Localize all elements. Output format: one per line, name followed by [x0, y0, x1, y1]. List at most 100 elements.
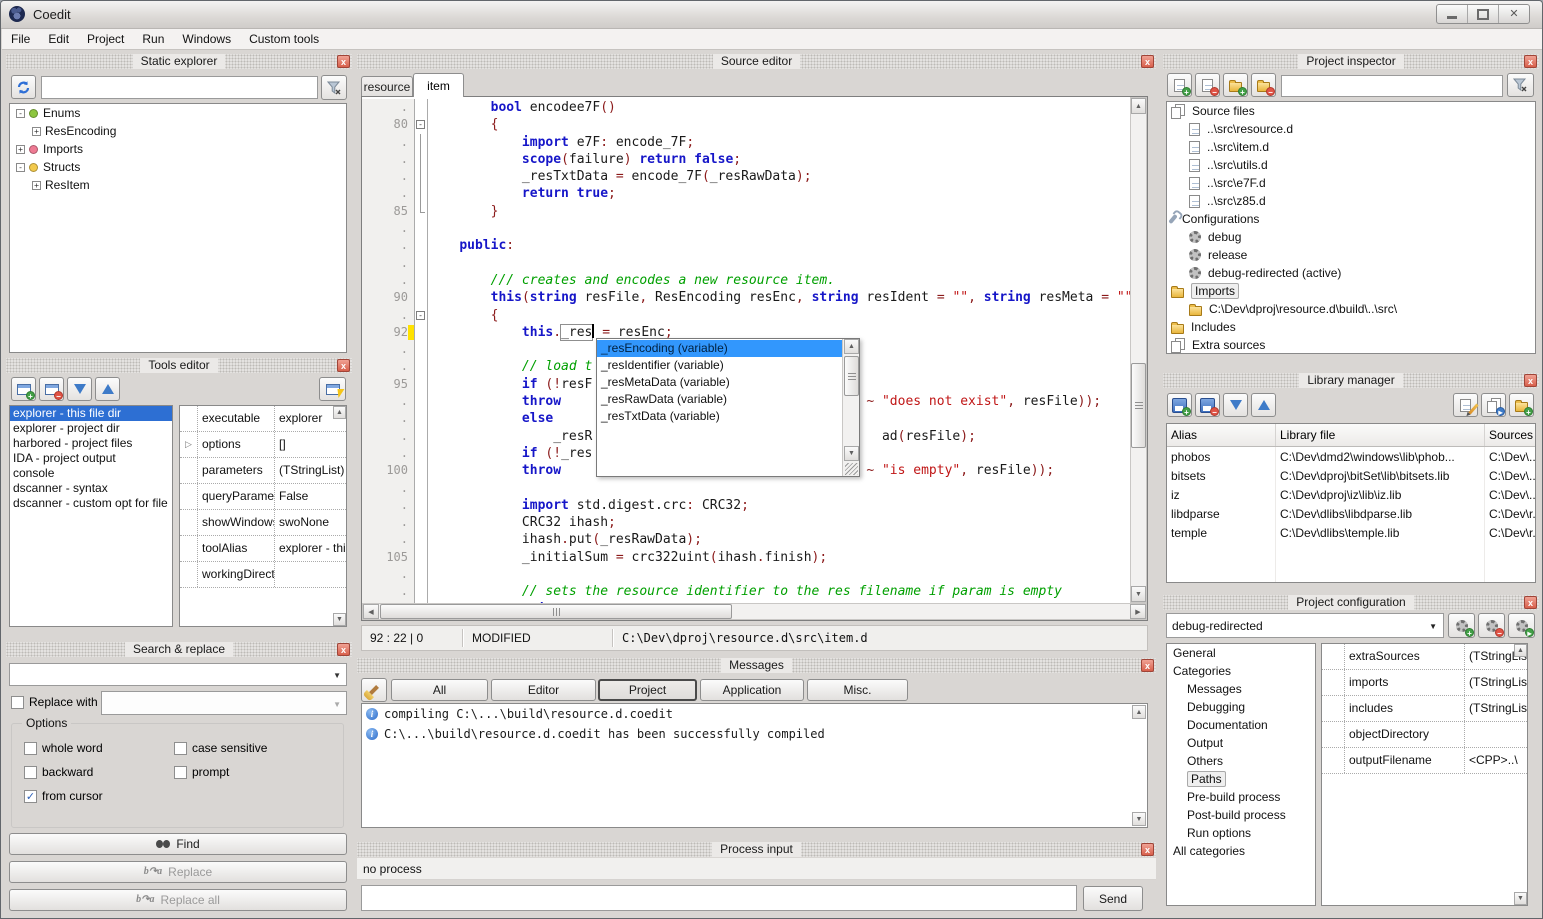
tool-list-item[interactable]: harbored - project files	[10, 436, 172, 451]
option-case-sensitive[interactable]: case sensitive	[174, 736, 324, 760]
fold-collapse-icon[interactable]: -	[416, 120, 425, 129]
column-header[interactable]: Sources ...	[1485, 424, 1537, 447]
prompt-checkbox[interactable]	[174, 766, 187, 779]
backward-checkbox[interactable]	[24, 766, 37, 779]
completion-item[interactable]: _resMetaData (variable)	[597, 374, 842, 391]
add-configuration-button[interactable]: +	[1448, 613, 1475, 638]
tool-remove-button[interactable]: −	[39, 377, 64, 401]
table-row[interactable]: phobosC:\Dev\dmd2\windows\lib\phob...C:\…	[1167, 447, 1536, 467]
close-source-editor-icon[interactable]: x	[1141, 55, 1154, 68]
code-line[interactable]: . public:	[362, 237, 1130, 254]
process-input-field[interactable]	[361, 885, 1077, 911]
scroll-right-icon[interactable]: ▶	[1130, 604, 1146, 619]
send-button[interactable]: Send	[1083, 886, 1143, 911]
tree-item-enums[interactable]: -Enums	[10, 104, 346, 122]
inspector-item[interactable]: Configurations	[1167, 210, 1535, 228]
close-messages-icon[interactable]: x	[1141, 659, 1154, 672]
tool-add-button[interactable]: +	[11, 377, 36, 401]
close-static-explorer-icon[interactable]: x	[337, 55, 350, 68]
remove-folder-button[interactable]: −	[1251, 73, 1276, 97]
property-row[interactable]: workingDirectory	[180, 562, 346, 588]
configuration-selector[interactable]: debug-redirected ▼	[1166, 613, 1444, 638]
property-row[interactable]: extraSources(TStringList)	[1322, 644, 1527, 670]
property-row[interactable]: parameters(TStringList)	[180, 458, 346, 484]
tool-list-item[interactable]: dscanner - syntax	[10, 481, 172, 496]
category-all-categories[interactable]: All categories	[1167, 842, 1315, 860]
category-post-build-process[interactable]: Post-build process	[1167, 806, 1315, 824]
code-line[interactable]: . ihash.put(_resRawData);	[362, 531, 1130, 548]
whole-word-checkbox[interactable]	[24, 742, 37, 755]
remove-file-button[interactable]: −	[1195, 73, 1220, 97]
refresh-button[interactable]	[11, 75, 36, 99]
expander-icon[interactable]: -	[16, 109, 25, 118]
tree-item-resitem[interactable]: +ResItem	[10, 176, 346, 194]
menu-file[interactable]: File	[2, 30, 39, 48]
tool-move-down-button[interactable]	[67, 377, 92, 401]
option-from-cursor[interactable]: ✓from cursor	[24, 784, 174, 808]
scroll-up-icon[interactable]: ▲	[844, 339, 859, 354]
inspector-item[interactable]: release	[1167, 246, 1535, 264]
remove-configuration-button[interactable]: −	[1478, 613, 1505, 638]
property-row[interactable]: includes(TStringList)	[1322, 696, 1527, 722]
tree-item-imports[interactable]: +Imports	[10, 140, 346, 158]
property-row[interactable]: queryParametersFalse	[180, 484, 346, 510]
minimize-button[interactable]	[1437, 5, 1468, 23]
property-value[interactable]: <CPP>..\	[1465, 748, 1527, 773]
filter-tab-all[interactable]: All	[391, 679, 488, 701]
add-library-button[interactable]: +	[1167, 393, 1192, 417]
category-paths[interactable]: Paths	[1167, 770, 1315, 788]
code-line[interactable]: 90 this(string resFile, ResEncoding resE…	[362, 289, 1130, 306]
maximize-button[interactable]	[1468, 5, 1499, 23]
property-value[interactable]: (TStringList)	[1465, 670, 1527, 695]
popup-scroll-thumb[interactable]	[844, 356, 859, 396]
category-documentation[interactable]: Documentation	[1167, 716, 1315, 734]
close-button[interactable]: ✕	[1499, 5, 1529, 23]
column-header[interactable]: Alias	[1167, 424, 1276, 447]
scroll-up-icon[interactable]: ▲	[1132, 705, 1146, 719]
replace-button[interactable]: b↷a Replace	[9, 861, 347, 883]
code-line[interactable]: . bool encodee7F()	[362, 99, 1130, 116]
code-line[interactable]: 105 _initialSum = crc322uint(ihash.finis…	[362, 549, 1130, 566]
property-row[interactable]: ▷options[]	[180, 432, 346, 458]
code-line[interactable]: .	[362, 480, 1130, 497]
category-pre-build-process[interactable]: Pre-build process	[1167, 788, 1315, 806]
option-backward[interactable]: backward	[24, 760, 174, 784]
code-line[interactable]: .	[362, 220, 1130, 237]
table-row[interactable]: templeC:\Dev\dlibs\temple.libC:\Dev\r...	[1167, 523, 1536, 542]
resize-grip-icon[interactable]	[845, 463, 858, 475]
tool-list-item[interactable]: dscanner - custom opt for file	[10, 496, 172, 511]
table-row[interactable]: libdparseC:\Dev\dlibs\libdparse.libC:\De…	[1167, 504, 1536, 523]
code-line[interactable]: . /// creates and encodes a new resource…	[362, 272, 1130, 289]
property-value[interactable]: swoNone	[275, 510, 346, 535]
inspector-filter-button[interactable]	[1507, 73, 1534, 97]
chevron-down-icon[interactable]: ▼	[1429, 622, 1437, 631]
expander-icon[interactable]: +	[16, 145, 25, 154]
replace-term-combobox[interactable]: ▼	[101, 691, 347, 715]
scroll-down-icon[interactable]: ▼	[1132, 812, 1146, 826]
category-run-options[interactable]: Run options	[1167, 824, 1315, 842]
category-general[interactable]: General	[1167, 644, 1315, 662]
tool-list-item[interactable]: explorer - project dir	[10, 421, 172, 436]
property-row[interactable]: objectDirectory	[1322, 722, 1527, 748]
replace-with-toggle[interactable]: Replace with	[11, 695, 98, 709]
replace-all-button[interactable]: b↷a Replace all	[9, 889, 347, 911]
category-others[interactable]: Others	[1167, 752, 1315, 770]
static-explorer-search-input[interactable]	[41, 76, 318, 99]
tool-list-item[interactable]: explorer - this file dir	[10, 406, 172, 421]
grid-scroll-up-icon[interactable]: ▲	[333, 406, 346, 419]
option-whole-word[interactable]: whole word	[24, 736, 174, 760]
property-row[interactable]: outputFilename<CPP>..\	[1322, 748, 1527, 774]
expander-icon[interactable]: +	[32, 181, 41, 190]
property-value[interactable]	[275, 562, 346, 587]
code-line[interactable]: . _resTxtData = encode_7F(_resRawData);	[362, 168, 1130, 185]
property-value[interactable]: explorer - this file dir	[275, 536, 346, 561]
tree-item-structs[interactable]: -Structs	[10, 158, 346, 176]
close-process-input-icon[interactable]: x	[1141, 843, 1154, 856]
close-project-configuration-icon[interactable]: x	[1524, 596, 1537, 609]
scroll-up-icon[interactable]: ▲	[1131, 98, 1146, 114]
property-value[interactable]: (TStringList)	[1465, 696, 1527, 721]
property-row[interactable]: executableexplorer	[180, 406, 346, 432]
code-line[interactable]: .	[362, 255, 1130, 272]
code-line[interactable]: 80- {	[362, 116, 1130, 133]
popup-scrollbar[interactable]: ▲ ▼	[842, 339, 859, 476]
